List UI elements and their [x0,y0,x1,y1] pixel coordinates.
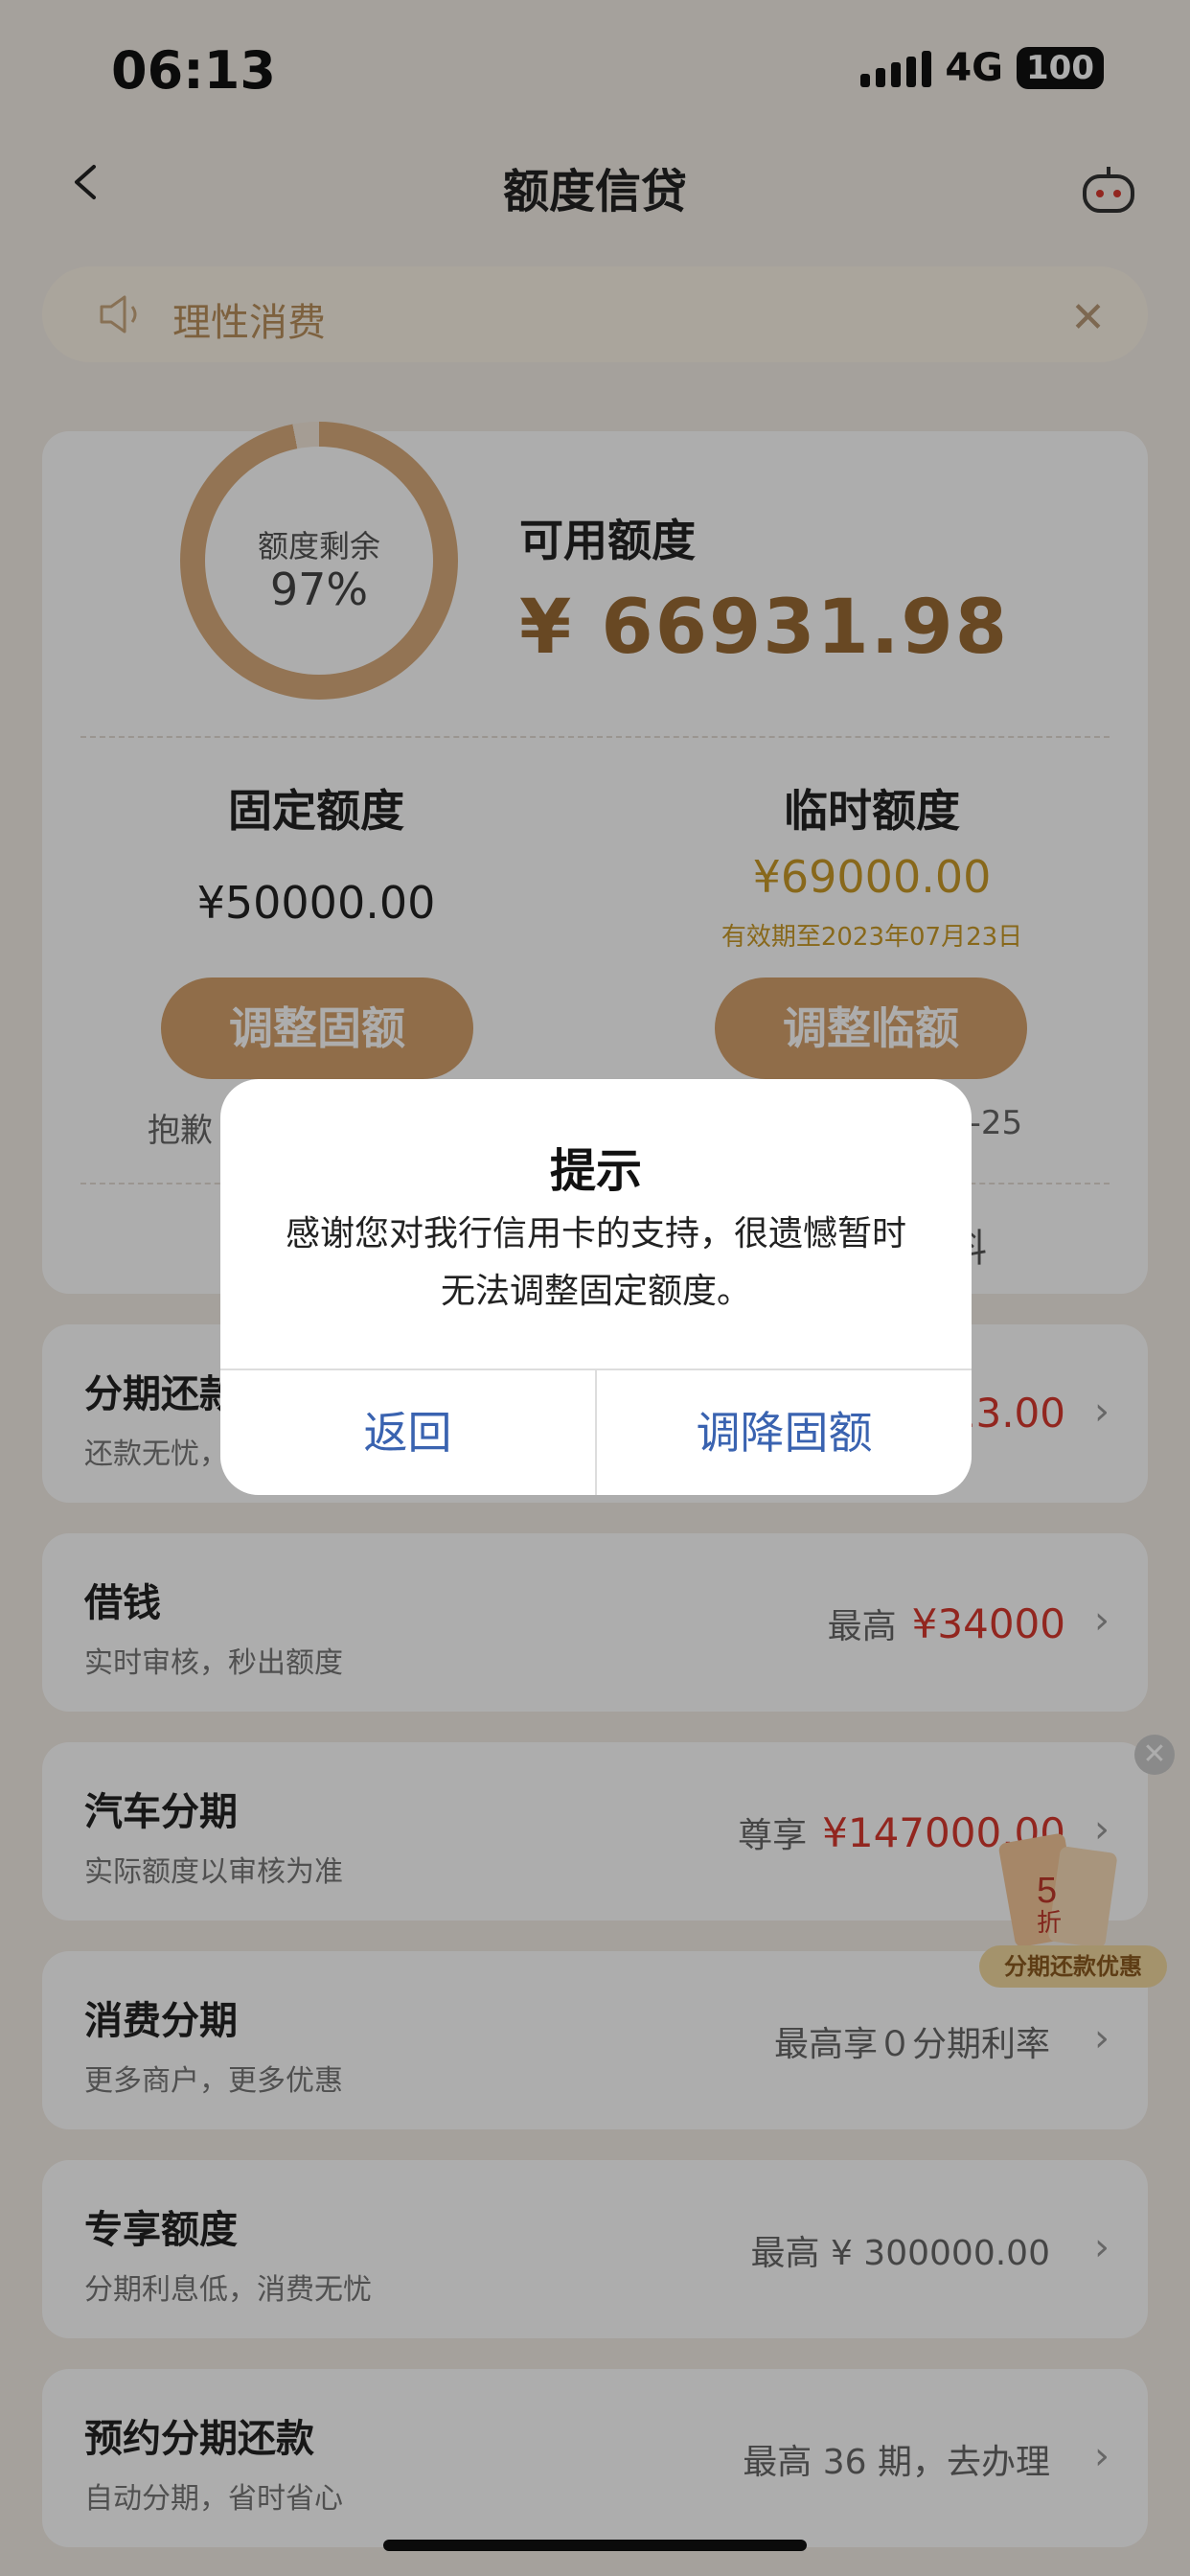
back-button[interactable]: 返回 [220,1370,595,1495]
dialog-message: 感谢您对我行信用卡的支持，很遗憾暂时无法调整固定额度。 [285,1214,906,1311]
dialog-title: 提示 [549,1144,642,1198]
decrease-fixed-quota-button[interactable]: 调降固额 [597,1370,972,1495]
alert-dialog: 提示 感谢您对我行信用卡的支持，很遗憾暂时无法调整固定额度。 返回 调降固额 [220,1079,972,1495]
